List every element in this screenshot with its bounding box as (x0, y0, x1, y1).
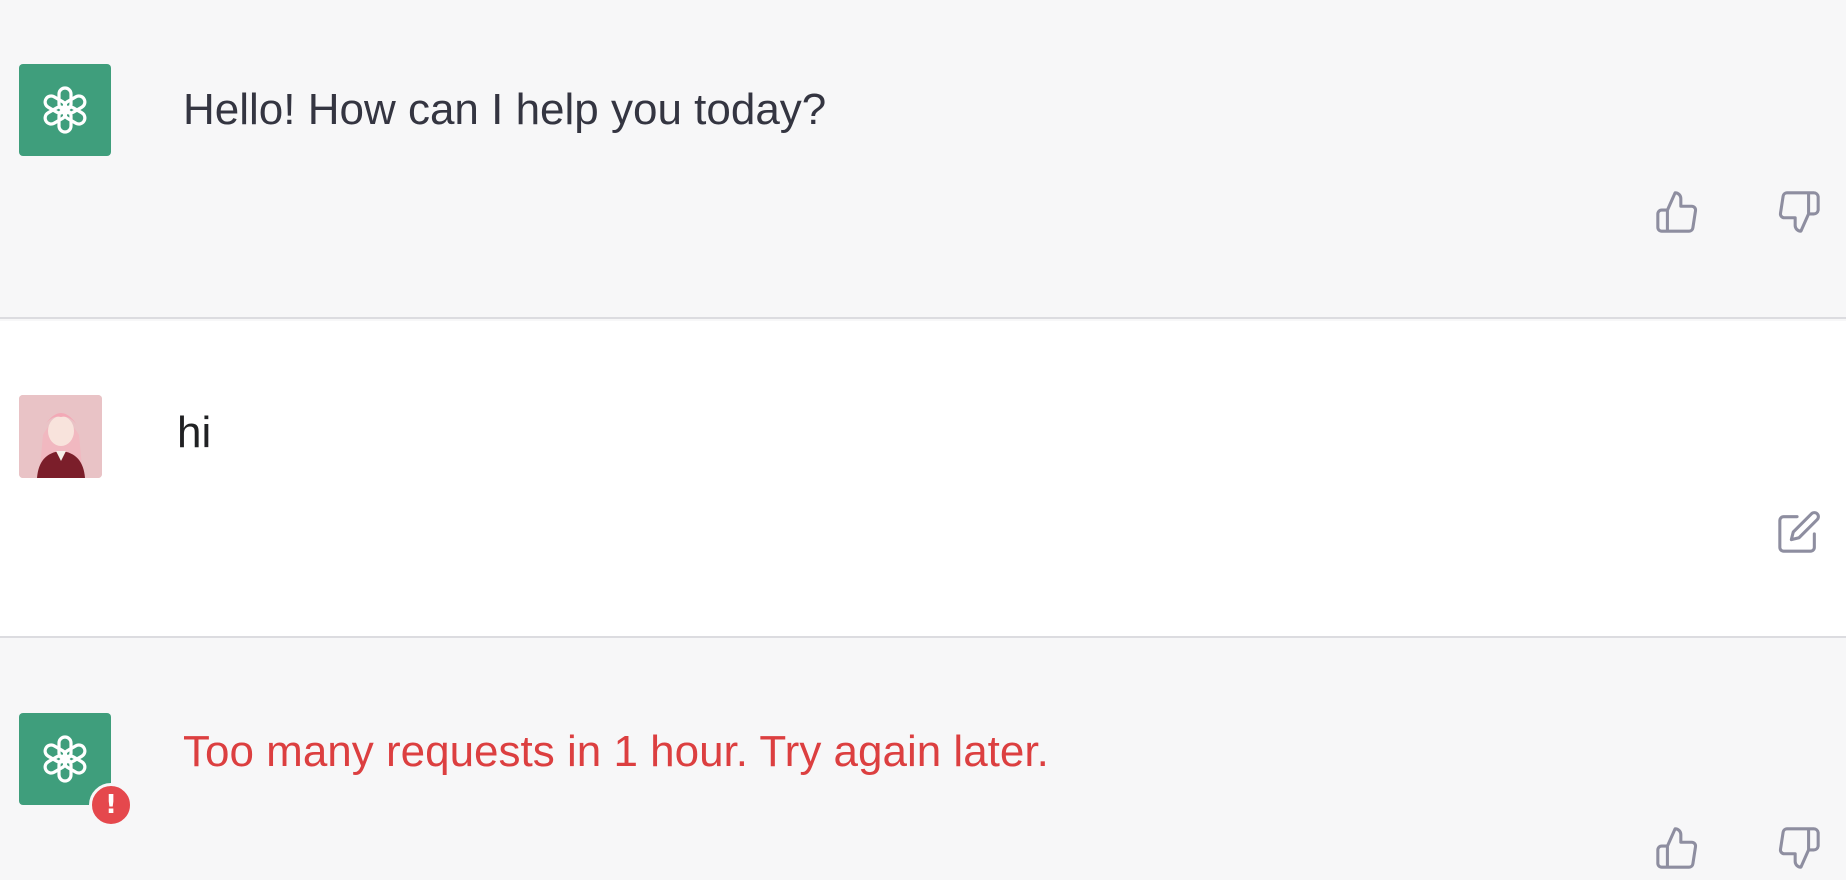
thumbs-up-icon (1656, 191, 1698, 233)
assistant-message: Hello! How can I help you today? (0, 0, 1846, 319)
assistant-error-message: ! Too many requests in 1 hour. Try again… (0, 640, 1846, 880)
user-avatar-picture (19, 395, 102, 478)
thumbs-down-icon (1778, 191, 1820, 233)
thumbs-down-button[interactable] (1771, 820, 1827, 876)
assistant-avatar (19, 64, 111, 156)
openai-logo-icon (43, 86, 87, 134)
thumbs-up-icon (1656, 827, 1698, 869)
chat-thread: Hello! How can I help you today? hi ! To… (0, 0, 1846, 880)
edit-icon (1778, 511, 1820, 553)
thumbs-up-button[interactable] (1649, 820, 1705, 876)
thumbs-up-button[interactable] (1649, 184, 1705, 240)
error-icon: ! (89, 783, 133, 827)
edit-message-button[interactable] (1771, 504, 1827, 560)
message-text: Hello! How can I help you today? (183, 85, 827, 134)
user-message: hi (0, 321, 1846, 638)
thumbs-down-button[interactable] (1771, 184, 1827, 240)
user-avatar (19, 395, 102, 478)
thumbs-down-icon (1778, 827, 1820, 869)
error-message-text: Too many requests in 1 hour. Try again l… (183, 727, 1049, 776)
openai-logo-icon (43, 735, 87, 783)
message-text: hi (177, 408, 212, 457)
